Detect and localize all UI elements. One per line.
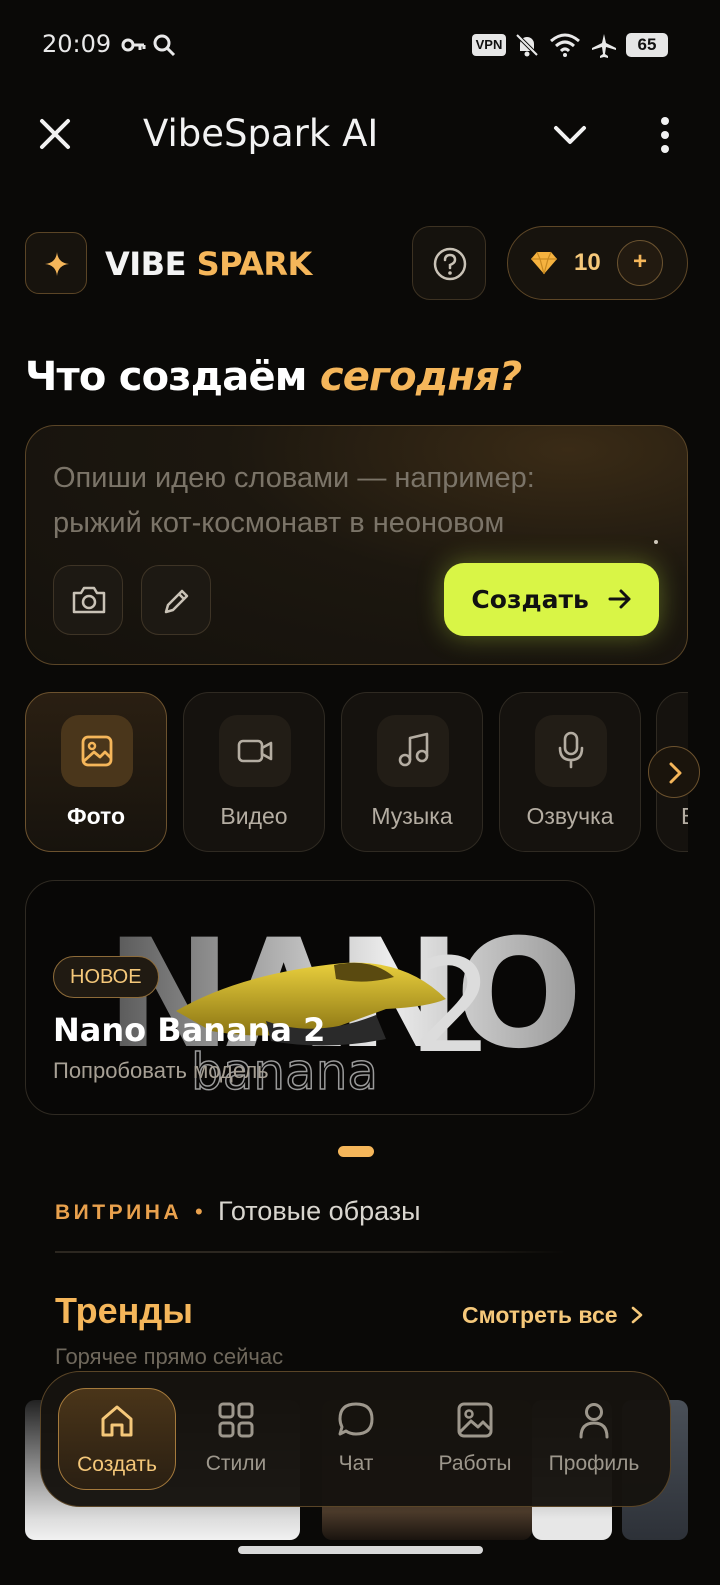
help-button[interactable] [412,226,486,300]
chevron-right-icon [669,762,682,784]
category-label: Видео [220,803,288,829]
see-all-label: Смотреть все [462,1302,618,1328]
create-button[interactable]: Создать [444,563,659,636]
showcase-separator: • [195,1199,203,1224]
divider [55,1251,565,1253]
user-icon [579,1403,609,1439]
see-all-link[interactable]: Смотреть все [462,1302,644,1329]
sparkle-icon [45,252,69,276]
more-vertical-icon[interactable] [655,116,675,159]
music-note-icon [398,732,429,767]
image-icon [81,735,113,767]
nav-chat[interactable]: Чат [297,1388,415,1490]
edit-button[interactable] [141,565,211,635]
camera-icon [72,586,106,614]
category-icon-bg [61,715,133,787]
brand-wordmark: VIBE SPARK [105,245,312,283]
wifi-icon [549,32,581,63]
video-camera-icon [237,739,273,763]
vpn-badge: VPN [472,34,506,56]
logo-button[interactable] [25,232,87,294]
grid-icon [218,1402,254,1438]
category-music[interactable]: Музыка [341,692,483,852]
showcase-title: Готовые образы [218,1196,421,1226]
category-icon-bg [219,715,291,787]
svg-text:2: 2 [411,930,494,1082]
nav-create[interactable]: Создать [58,1388,176,1490]
nav-styles[interactable]: Стили [177,1388,295,1490]
microphone-icon [558,731,584,769]
category-icon-bg [377,715,449,787]
home-icon [101,1405,133,1437]
search-icon [151,32,177,63]
status-time: 20:09 [42,30,112,58]
brand-part2: SPARK [196,245,313,283]
category-label: Озвучка [526,803,614,829]
credits-value: 10 [574,249,601,276]
category-label: Музыка [371,803,453,829]
new-badge: НОВОЕ [53,956,159,998]
categories-next-button[interactable] [648,746,700,798]
category-label: Фото [66,803,126,829]
nav-works[interactable]: Работы [416,1388,534,1490]
battery-indicator: 65 [626,33,668,57]
window-title: VibeSpark AI [143,112,379,155]
category-photo[interactable]: Фото [25,692,167,852]
chat-bubble-icon [338,1402,374,1436]
add-credits-button[interactable]: + [617,240,663,286]
arrow-right-icon [608,589,631,609]
category-video[interactable]: Видео [183,692,325,852]
question-icon [433,247,467,281]
diamond-icon [529,250,559,281]
home-indicator[interactable] [238,1546,483,1554]
key-icon [120,32,146,63]
nav-label: Создать [77,1453,157,1476]
chevron-right-icon [631,1306,643,1324]
page-heading: Что создаём сегодня? [25,354,522,400]
airplane-icon [590,32,618,65]
prompt-input[interactable]: Опиши идею словами — например: рыжий кот… [53,456,613,546]
category-label: В [681,803,688,830]
trends-subtitle: Горячее прямо сейчас [55,1344,284,1369]
category-icon-bg [535,715,607,787]
carousel-indicator [338,1146,374,1157]
banner-title: Nano Banana 2 [53,1011,326,1049]
nav-profile[interactable]: Профиль [535,1388,653,1490]
muted-bell-icon [514,32,540,63]
create-button-label: Создать [471,585,589,614]
pencil-icon [164,589,189,614]
nav-label: Стили [205,1452,267,1475]
nav-label: Чат [338,1452,374,1475]
heading-part1: Что создаём [25,354,307,400]
close-icon[interactable] [38,117,72,156]
scroll-indicator [654,540,658,544]
showcase-kicker: ВИТРИНА [55,1201,183,1224]
trends-title: Тренды [55,1290,193,1331]
banner-subtitle: Попробовать модель [53,1058,269,1083]
heading-part2: сегодня? [319,354,522,400]
gallery-icon [457,1402,493,1438]
nav-label: Работы [438,1452,512,1475]
camera-button[interactable] [53,565,123,635]
brand-part1: VIBE [105,245,186,283]
nav-label: Профиль [548,1452,640,1475]
chevron-down-icon[interactable] [553,124,587,151]
category-voiceover[interactable]: Озвучка [499,692,641,852]
